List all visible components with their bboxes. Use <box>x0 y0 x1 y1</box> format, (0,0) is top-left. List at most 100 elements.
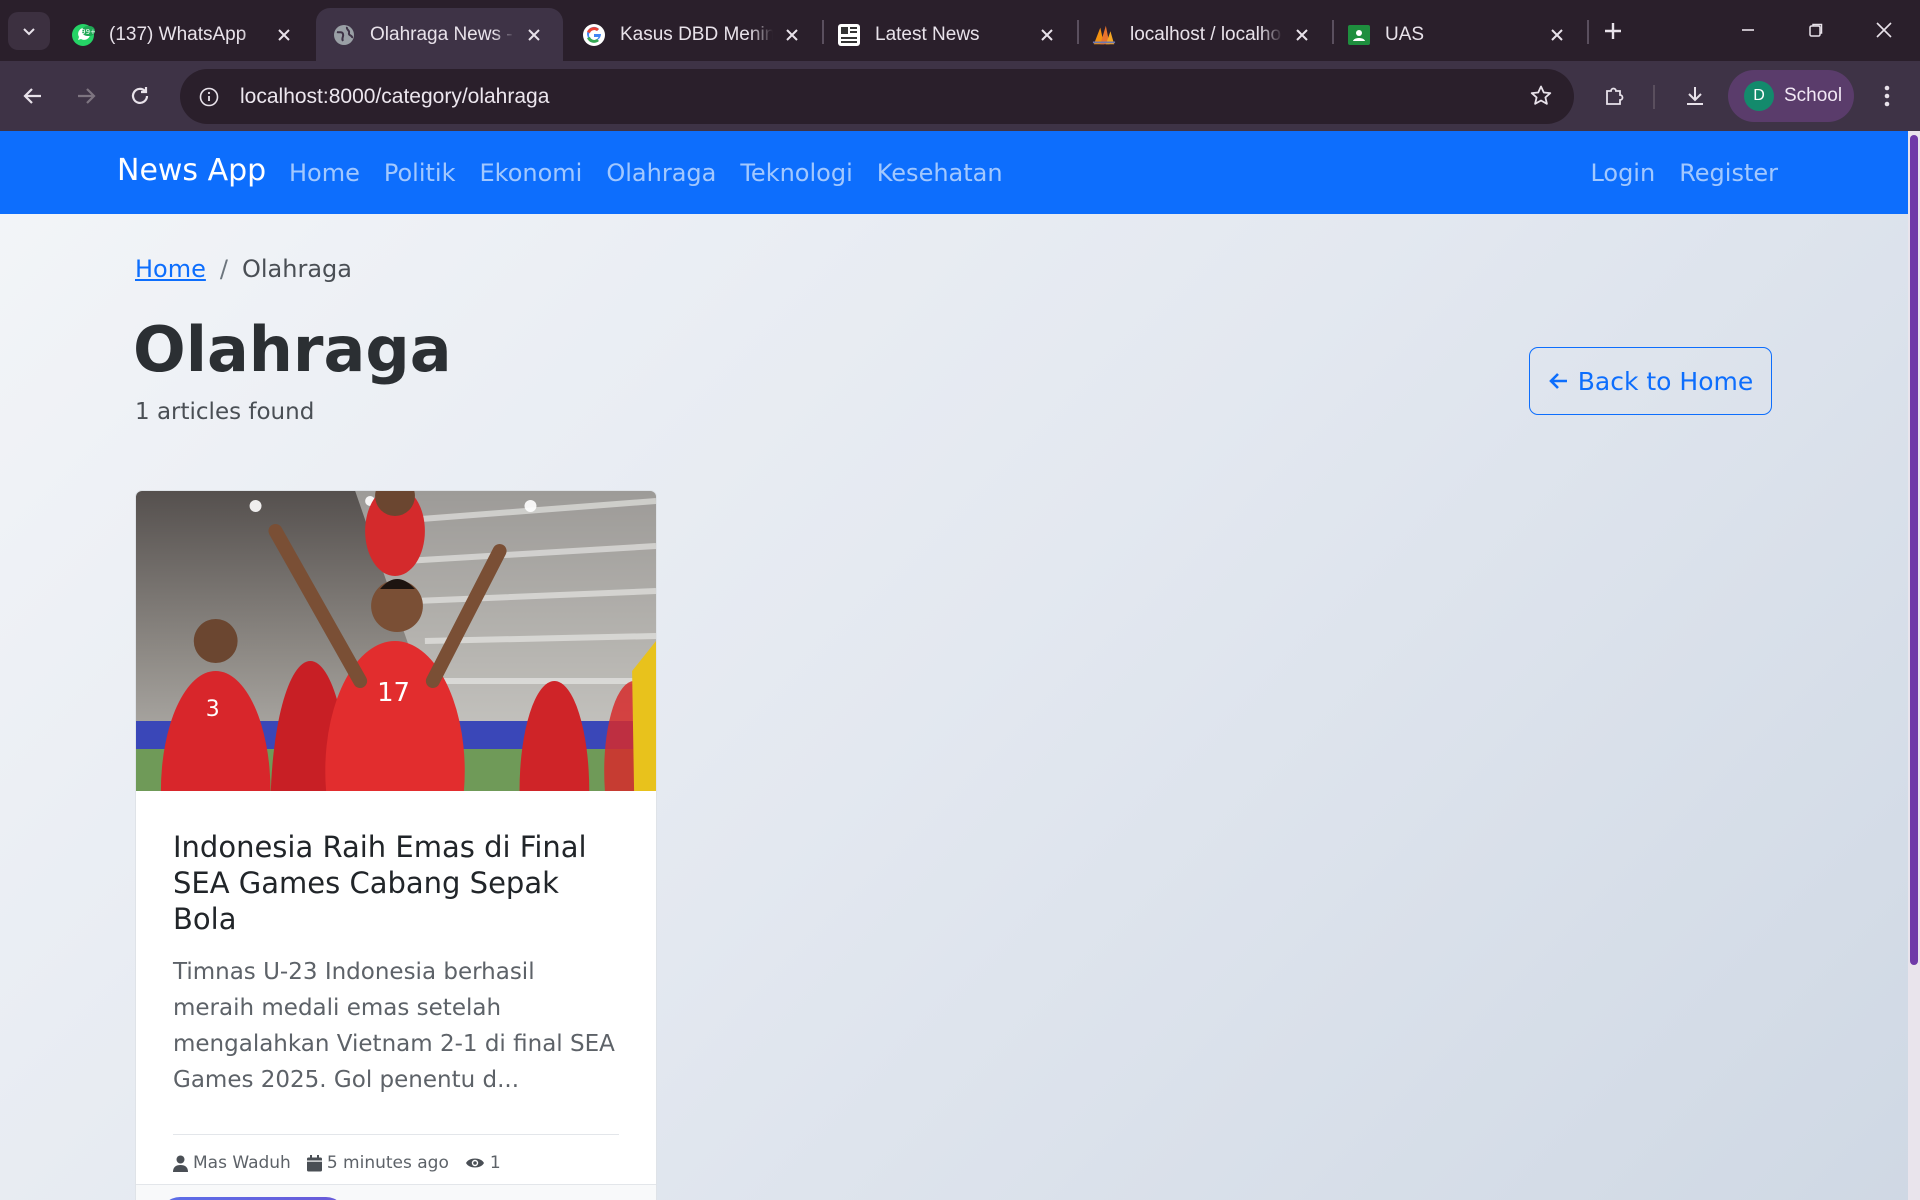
close-icon[interactable] <box>273 24 295 46</box>
nav-link-teknologi[interactable]: Teknologi <box>740 159 852 187</box>
site-navbar: News App Home Politik Ekonomi Olahraga T… <box>0 131 1908 214</box>
forward-button[interactable] <box>67 77 105 115</box>
browser-toolbar: localhost:8000/category/olahraga D Schoo… <box>0 61 1920 131</box>
site-info-icon[interactable] <box>194 82 224 112</box>
bookmark-star-icon[interactable] <box>1526 81 1556 111</box>
brand-link[interactable]: News App <box>117 153 266 188</box>
scrollbar-thumb[interactable] <box>1910 135 1918 965</box>
nav-link-politik[interactable]: Politik <box>384 159 456 187</box>
new-tab-button[interactable] <box>1595 13 1631 49</box>
login-link[interactable]: Login <box>1590 159 1655 187</box>
tab-kasus-dbd[interactable]: Kasus DBD Mening <box>566 8 821 61</box>
restore-button[interactable] <box>1788 8 1844 52</box>
page-scrollbar[interactable] <box>1908 131 1920 1200</box>
news-icon <box>837 23 861 47</box>
tab-separator <box>1587 20 1589 44</box>
whatsapp-icon: 99+ <box>71 23 95 47</box>
address-bar[interactable]: localhost:8000/category/olahraga <box>180 69 1574 124</box>
article-card[interactable]: 17 3 Indonesia Raih Emas di Final SEA Ga… <box>135 490 657 1200</box>
toolbar-divider <box>1653 85 1655 109</box>
breadcrumb-current: Olahraga <box>241 255 352 283</box>
profile-button[interactable]: D School <box>1728 70 1854 122</box>
page-title: Olahraga <box>133 313 452 386</box>
puzzle-icon <box>1606 87 1624 105</box>
svg-text:17: 17 <box>377 678 410 708</box>
minimize-icon <box>1742 29 1754 31</box>
google-icon <box>582 23 606 47</box>
reload-icon <box>131 87 149 104</box>
back-button[interactable] <box>14 77 52 115</box>
close-icon[interactable] <box>523 24 545 46</box>
time-meta: 5 minutes ago <box>306 1153 449 1173</box>
arrow-right-icon <box>78 88 96 104</box>
more-vert-icon <box>1884 85 1890 107</box>
downloads-button[interactable] <box>1676 77 1714 115</box>
classroom-icon <box>1347 23 1371 47</box>
article-time: 5 minutes ago <box>326 1153 449 1173</box>
article-card-footer <box>136 1184 656 1200</box>
download-icon <box>1687 87 1703 105</box>
extensions-button[interactable] <box>1596 77 1634 115</box>
nav-links: Home Politik Ekonomi Olahraga Teknologi … <box>289 159 1003 187</box>
back-to-home-button[interactable]: Back to Home <box>1529 347 1772 415</box>
tab-title: localhost / localho <box>1130 23 1282 45</box>
avatar: D <box>1744 81 1774 111</box>
article-count: 1 articles found <box>135 399 315 425</box>
page-viewport: News App Home Politik Ekonomi Olahraga T… <box>0 131 1920 1200</box>
tab-phpmyadmin[interactable]: localhost / localho <box>1076 8 1331 61</box>
calendar-icon <box>306 1154 322 1171</box>
reload-button[interactable] <box>121 77 159 115</box>
svg-text:3: 3 <box>206 697 220 722</box>
nav-link-home[interactable]: Home <box>289 159 360 187</box>
tab-title: Olahraga News - N <box>370 23 515 45</box>
article-meta: Mas Waduh 5 minutes ago 1 <box>173 1134 619 1173</box>
user-icon <box>173 1155 188 1172</box>
phpmyadmin-icon <box>1092 23 1116 47</box>
chevron-down-icon <box>23 28 35 36</box>
breadcrumb-separator: / <box>219 255 228 283</box>
article-views: 1 <box>489 1153 501 1173</box>
url-text: localhost:8000/category/olahraga <box>240 85 549 109</box>
breadcrumb-home-link[interactable]: Home <box>135 255 206 283</box>
register-link[interactable]: Register <box>1679 159 1778 187</box>
nav-link-kesehatan[interactable]: Kesehatan <box>877 159 1003 187</box>
article-title[interactable]: Indonesia Raih Emas di Final SEA Games C… <box>173 829 619 937</box>
tab-olahraga-news[interactable]: Olahraga News - N <box>316 8 563 61</box>
tab-latest-news[interactable]: Latest News <box>821 8 1076 61</box>
article-author: Mas Waduh <box>193 1153 291 1173</box>
browser-menu-button[interactable] <box>1868 77 1906 115</box>
plus-icon <box>1605 23 1621 39</box>
article-excerpt: Timnas U-23 Indonesia berhasil meraih me… <box>173 959 615 1093</box>
globe-icon <box>332 23 356 47</box>
nav-link-ekonomi[interactable]: Ekonomi <box>480 159 583 187</box>
tab-title: (137) WhatsApp <box>109 23 247 45</box>
close-icon <box>1876 22 1892 38</box>
tab-whatsapp[interactable]: 99+ (137) WhatsApp <box>55 8 313 61</box>
restore-icon <box>1809 23 1823 37</box>
browser-tab-strip: 99+ (137) WhatsApp Olahraga News - N Kas… <box>0 0 1920 61</box>
close-icon[interactable] <box>1291 24 1313 46</box>
close-window-button[interactable] <box>1856 8 1912 52</box>
close-icon[interactable] <box>1036 24 1058 46</box>
author-meta: Mas Waduh <box>173 1153 291 1173</box>
tab-search-button[interactable] <box>8 12 50 50</box>
svg-text:99+: 99+ <box>81 28 95 36</box>
tab-title: Kasus DBD Mening <box>620 23 773 45</box>
tab-uas[interactable]: UAS <box>1331 8 1586 61</box>
minimize-button[interactable] <box>1720 8 1776 52</box>
tab-title: Latest News <box>875 23 980 45</box>
profile-label: School <box>1784 85 1843 106</box>
url-host: localhost <box>240 84 323 108</box>
article-card-body: Indonesia Raih Emas di Final SEA Games C… <box>136 791 656 1173</box>
tab-title: UAS <box>1385 23 1425 45</box>
close-icon[interactable] <box>1546 24 1568 46</box>
close-icon[interactable] <box>781 24 803 46</box>
article-image[interactable]: 17 3 <box>136 491 656 791</box>
breadcrumb: Home / Olahraga <box>135 255 352 283</box>
arrow-left-icon <box>1548 373 1567 389</box>
back-to-home-label: Back to Home <box>1577 366 1754 396</box>
views-meta: 1 <box>465 1153 501 1173</box>
auth-links: Login Register <box>1590 159 1778 187</box>
arrow-left-icon <box>23 88 41 104</box>
nav-link-olahraga[interactable]: Olahraga <box>606 159 716 187</box>
